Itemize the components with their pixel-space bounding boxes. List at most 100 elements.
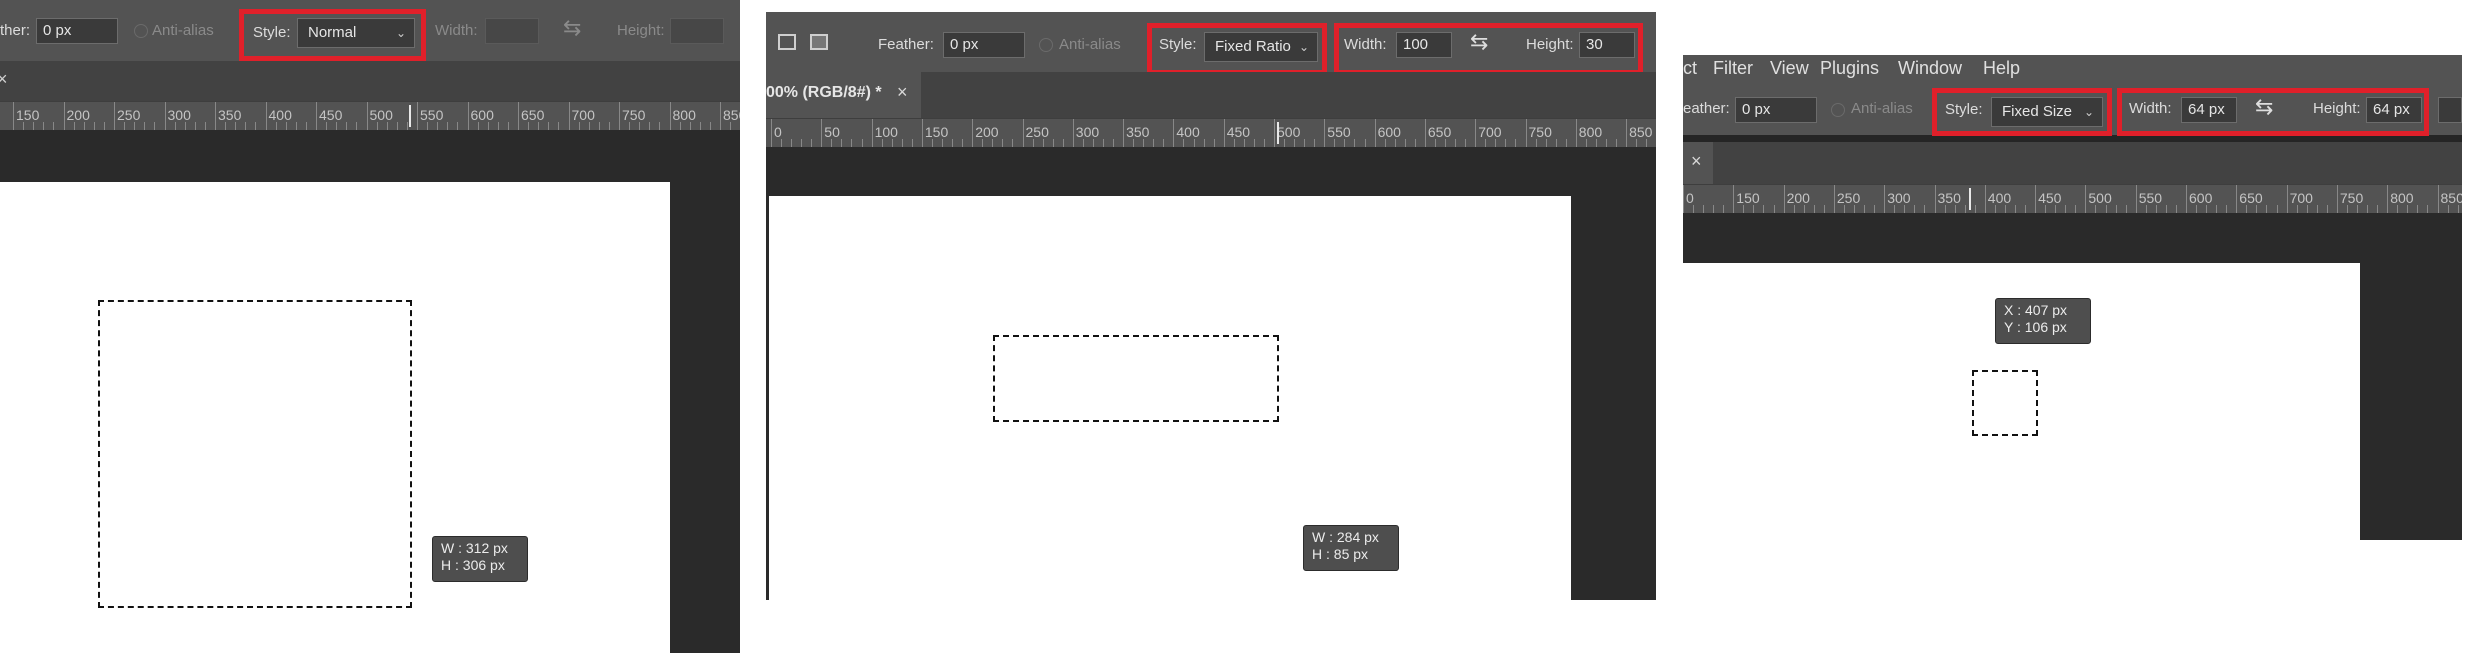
close-icon[interactable]: × — [0, 69, 8, 90]
ruler-minor-tick — [608, 122, 610, 130]
ruler-tick-label: 700 — [1478, 124, 1502, 140]
ruler-minor-tick — [134, 122, 136, 130]
ruler-tick — [467, 102, 469, 130]
selection-size-tooltip: W : 312 px H : 306 px — [432, 536, 528, 582]
ruler-tick-label: 750 — [622, 107, 646, 123]
ruler-minor-tick — [356, 122, 358, 130]
ruler-tick-label: 750 — [2339, 190, 2364, 206]
close-icon[interactable]: × — [897, 82, 908, 103]
ruler-minor-tick — [1854, 205, 1856, 213]
ruler-minor-tick — [2025, 205, 2027, 213]
ruler-tick — [871, 119, 873, 147]
width-input[interactable] — [485, 18, 539, 44]
ruler-minor-tick — [841, 139, 843, 147]
menu-item-filter[interactable]: Filter — [1713, 58, 1753, 79]
style-dropdown[interactable]: Normal ⌄ — [297, 18, 415, 48]
ruler-minor-tick — [811, 139, 813, 147]
ruler-minor-tick — [791, 139, 793, 147]
feather-input[interactable]: 0 px — [943, 32, 1025, 58]
style-label: Style: — [1945, 101, 1983, 118]
chevron-down-icon: ⌄ — [1298, 40, 1309, 54]
width-label: Width: — [2129, 100, 2172, 117]
ruler-tick — [2035, 185, 2037, 213]
menu-item-help[interactable]: Help — [1983, 58, 2020, 79]
ruler-minor-tick — [831, 139, 833, 147]
ruler-minor-tick — [659, 122, 661, 130]
ruler-minor-tick — [709, 122, 711, 130]
ruler-minor-tick — [184, 122, 186, 130]
feather-input[interactable]: 0 px — [1735, 97, 1817, 123]
ruler-minor-tick — [1545, 139, 1547, 147]
height-input[interactable]: 64 px — [2366, 97, 2422, 123]
anti-alias-checkbox[interactable] — [134, 24, 148, 38]
document-tab[interactable]: × — [1683, 142, 1713, 184]
style-dropdown[interactable]: Fixed Ratio ⌄ — [1204, 32, 1318, 62]
height-input[interactable] — [670, 18, 724, 44]
ruler-tick-label: 650 — [2239, 190, 2263, 206]
ruler-tick — [1072, 119, 1074, 147]
ruler-minor-tick — [861, 139, 863, 147]
document-tab[interactable]: 00% (RGB/8#) * × — [766, 72, 921, 118]
selection-mode-icon[interactable] — [778, 34, 796, 50]
selection-mode-icon[interactable] — [810, 34, 828, 50]
close-icon[interactable]: × — [1691, 151, 1702, 172]
ruler-tick — [1475, 119, 1477, 147]
ruler-tick-label: 100 — [874, 124, 898, 140]
document-tab-title: 00% (RGB/8#) * — [766, 84, 882, 101]
feather-label: ther: — [0, 22, 31, 39]
swap-arrows-icon[interactable]: ⇆ — [563, 15, 581, 41]
ruler-minor-tick — [204, 122, 206, 130]
ruler-minor-tick — [396, 122, 398, 130]
ruler-tick — [720, 102, 721, 130]
ruler-minor-tick — [1904, 205, 1906, 213]
width-input[interactable]: 100 — [1396, 32, 1452, 58]
menu-item-plugins[interactable]: Plugins — [1820, 58, 1879, 79]
ruler-minor-tick — [2115, 205, 2117, 213]
selection-marquee[interactable] — [98, 300, 412, 608]
menu-item-window[interactable]: Window — [1898, 58, 1962, 79]
feather-input[interactable]: 0 px — [36, 18, 118, 44]
ruler-minor-tick — [1193, 139, 1195, 147]
ruler-minor-tick — [275, 122, 277, 130]
ruler-tick — [265, 102, 267, 130]
ruler-minor-tick — [2417, 205, 2419, 213]
ruler-minor-tick — [1605, 139, 1607, 147]
ruler-minor-tick — [2175, 205, 2177, 213]
ruler-minor-tick — [1823, 205, 1825, 213]
ruler-minor-tick — [1113, 139, 1115, 147]
ruler-minor-tick — [2014, 205, 2016, 213]
ruler-minor-tick — [33, 122, 35, 130]
ruler-minor-tick — [1974, 205, 1976, 213]
ruler-minor-tick — [911, 139, 913, 147]
tooltip-y: Y : 106 px — [2004, 319, 2067, 335]
ruler-minor-tick — [1616, 139, 1618, 147]
ruler-tick — [1833, 185, 1835, 213]
anti-alias-checkbox[interactable] — [1831, 103, 1845, 117]
swap-arrows-icon[interactable]: ⇆ — [2255, 94, 2273, 120]
ruler-tick — [518, 102, 519, 130]
ruler-minor-tick — [2367, 205, 2369, 213]
style-dropdown[interactable]: Fixed Size ⌄ — [1991, 97, 2103, 127]
swap-arrows-icon[interactable]: ⇆ — [1470, 29, 1488, 55]
ruler-minor-tick — [437, 122, 439, 130]
anti-alias-checkbox[interactable] — [1039, 38, 1053, 52]
ruler-minor-tick — [427, 122, 429, 130]
selection-marquee[interactable] — [993, 335, 1279, 422]
ruler-tick-label: 550 — [2138, 190, 2163, 206]
width-input[interactable]: 64 px — [2181, 97, 2237, 123]
ruler-tick — [114, 102, 115, 130]
height-label: Height: — [1526, 36, 1574, 53]
ruler-minor-tick — [2457, 205, 2459, 213]
menu-item-view[interactable]: View — [1770, 58, 1809, 79]
menu-item-select[interactable]: ct — [1683, 58, 1697, 79]
ruler-minor-tick — [942, 139, 944, 147]
ruler-minor-tick — [901, 139, 903, 147]
ruler-minor-tick — [1455, 139, 1457, 147]
ruler-minor-tick — [891, 139, 893, 147]
selection-marquee[interactable] — [1972, 370, 2038, 436]
ruler-tick — [164, 102, 166, 130]
ruler-tick-label: 200 — [975, 124, 999, 140]
height-input[interactable]: 30 — [1579, 32, 1635, 58]
ruler-minor-tick — [295, 122, 297, 130]
ruler-minor-tick — [1082, 139, 1084, 147]
